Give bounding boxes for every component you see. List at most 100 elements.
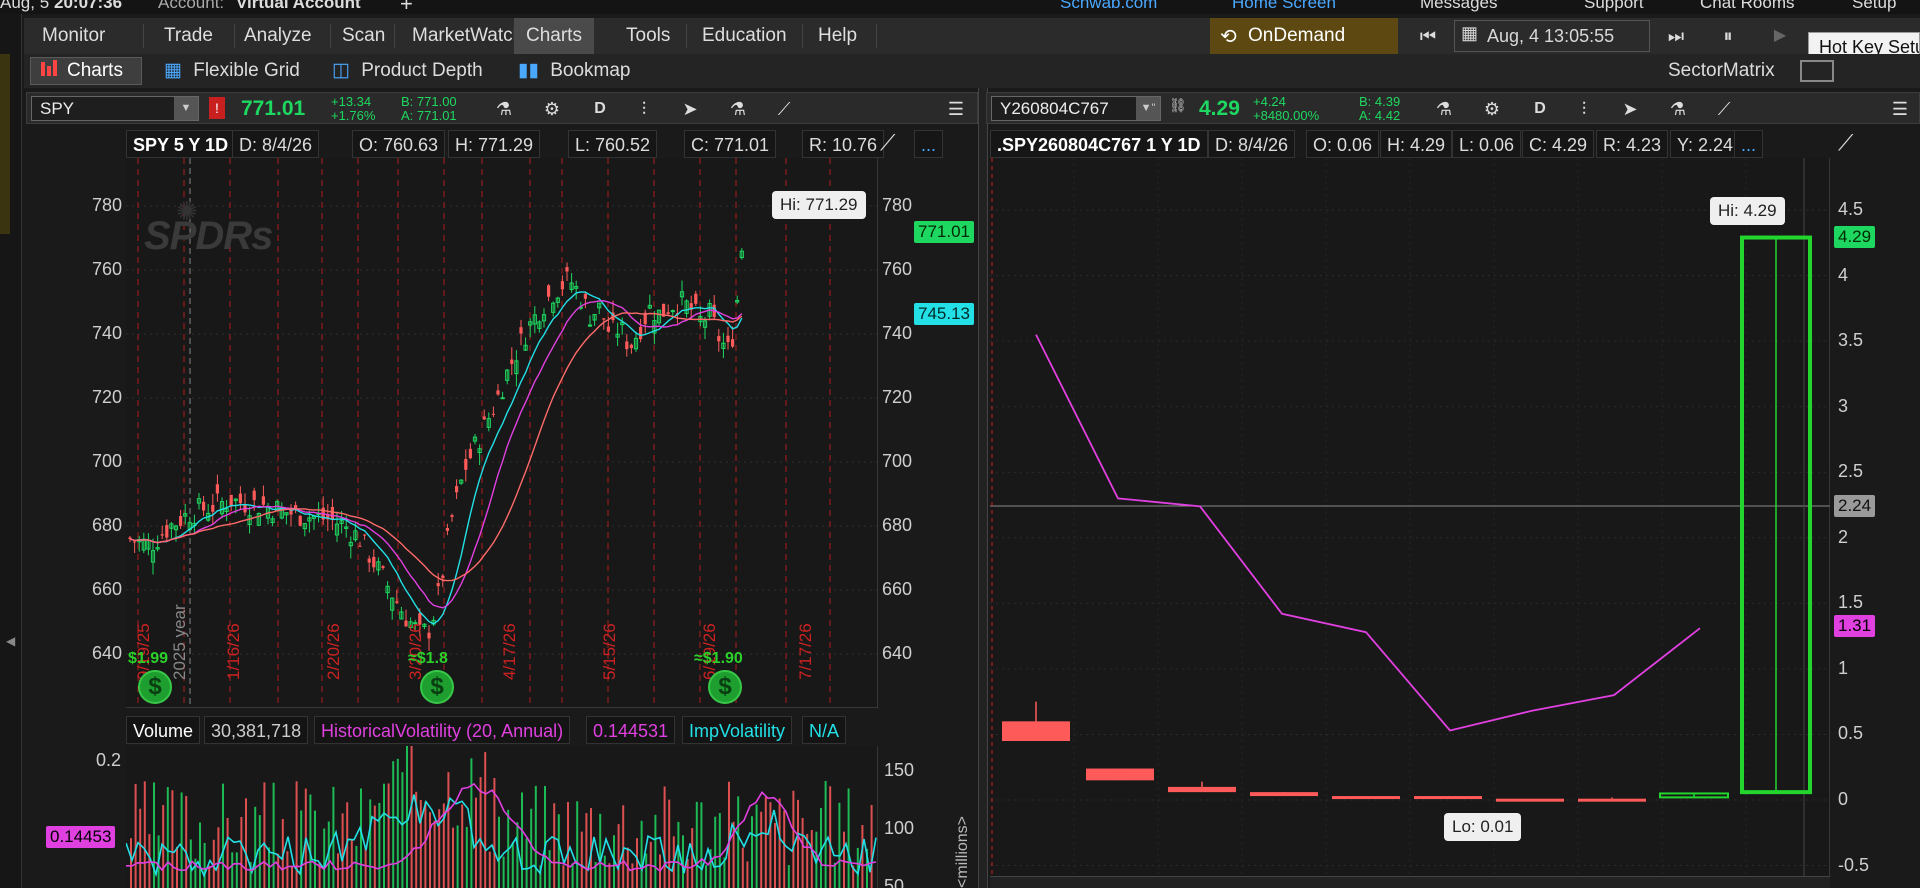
right-scrollbar[interactable] xyxy=(990,876,1830,888)
right-hdr-range: R: 4.23 xyxy=(1596,130,1669,158)
grid-icon: ▦ xyxy=(164,60,182,81)
menu-analyze[interactable]: Analyze xyxy=(232,18,324,54)
left-date-label: 1/16/26 xyxy=(224,623,243,680)
collapse-arrow-icon[interactable]: ◀ xyxy=(6,634,15,648)
flexible-grid-label: Flexible Grid xyxy=(193,60,300,81)
iv-value: N/A xyxy=(802,716,847,744)
menu-scan[interactable]: Scan xyxy=(330,18,397,54)
skip-back-icon[interactable]: ⏮ xyxy=(1404,18,1452,54)
menu-trade[interactable]: Trade xyxy=(152,18,225,54)
top-status-strip: Aug, 5 20:07:36 Account: Virtual Account… xyxy=(0,0,1920,14)
drawings-icon[interactable]: ⟋ xyxy=(1711,97,1737,121)
link-home-screen[interactable]: Home Screen xyxy=(1232,0,1336,13)
layout-icon[interactable] xyxy=(1800,60,1834,82)
dividend-icon-2[interactable]: $ xyxy=(420,670,454,704)
link-support[interactable]: Support xyxy=(1584,0,1644,13)
ondemand-button[interactable]: ⟲ OnDemand xyxy=(1210,18,1398,54)
left-symbol-text: SPY xyxy=(40,99,75,118)
right-yaxis-label: 1 xyxy=(1838,657,1849,678)
right-hdr-more[interactable]: ... xyxy=(1734,130,1764,158)
left-yaxis-label-left: 740 xyxy=(92,323,123,343)
left-symbol-input[interactable]: SPY ▼ xyxy=(31,96,199,121)
dividend-label-1: $1.99 xyxy=(128,650,169,667)
bookmap-button[interactable]: ▮▮ Bookmap xyxy=(518,54,630,88)
right-chart-title[interactable]: .SPY260804C767 1 Y 1D xyxy=(990,130,1208,158)
pause-icon[interactable]: ⏸ xyxy=(1708,18,1748,54)
add-icon[interactable]: + xyxy=(400,0,413,14)
link-schwab[interactable]: Schwab.com xyxy=(1060,0,1157,13)
flask-icon[interactable]: ⚗ xyxy=(491,97,517,121)
studies-icon[interactable]: ⚗ xyxy=(1665,97,1691,121)
flexible-grid-button[interactable]: ▦ Flexible Grid xyxy=(164,54,300,88)
charts-tab[interactable]: Charts xyxy=(30,57,142,85)
right-hdr-high: H: 4.29 xyxy=(1380,130,1453,158)
right-crosshair-tag: 2.24 xyxy=(1834,495,1876,517)
dividend-label-3: ≈$1.90 xyxy=(694,650,743,667)
dividend-icon-3[interactable]: $ xyxy=(708,670,742,704)
gear-icon[interactable]: ⚙ xyxy=(539,97,565,121)
account-label: Account: xyxy=(158,0,225,12)
dividend-icon-1[interactable]: $ xyxy=(138,670,172,704)
alert-badge[interactable]: ! xyxy=(209,97,225,119)
menu-help[interactable]: Help xyxy=(806,18,869,54)
period-button[interactable]: D xyxy=(1527,97,1553,121)
left-edge-collapse[interactable]: ◀ xyxy=(0,14,22,888)
right-price-chart[interactable] xyxy=(990,158,1830,876)
product-depth-label: Product Depth xyxy=(361,60,483,81)
cursor-icon[interactable]: ➤ xyxy=(677,97,703,121)
link-chain-icon[interactable]: ⛓ xyxy=(1169,97,1187,119)
right-hdr-date: D: 8/4/26 xyxy=(1208,130,1296,158)
link-chat-rooms[interactable]: Chat Rooms xyxy=(1700,0,1794,13)
link-setup[interactable]: Setup xyxy=(1852,0,1896,13)
link-messages[interactable]: Messages xyxy=(1420,0,1497,13)
ondemand-datetime: Aug, 4 13:05:55 xyxy=(1487,26,1615,46)
spdr-watermark: SPDRs xyxy=(144,214,273,258)
period-button[interactable]: D xyxy=(587,97,613,121)
left-hdr-more[interactable]: ... xyxy=(914,130,944,158)
right-lo-bubble: Lo: 0.01 xyxy=(1444,813,1522,841)
gear-icon[interactable]: ⚙ xyxy=(1479,97,1505,121)
studies-icon[interactable]: ⚗ xyxy=(725,97,751,121)
panel-splitter[interactable] xyxy=(978,88,988,888)
left-date-label: 2/20/26 xyxy=(324,623,343,680)
menu-list-icon[interactable]: ☰ xyxy=(1887,97,1913,121)
right-last-price-tag: 4.29 xyxy=(1834,226,1876,248)
left-yaxis-label-left: 640 xyxy=(92,643,123,663)
left-yaxis-label-left: 700 xyxy=(92,451,123,471)
left-last-price: 771.01 xyxy=(241,97,306,120)
left-date-label: 4/17/26 xyxy=(500,623,519,680)
menu-monitor[interactable]: Monitor xyxy=(30,18,117,54)
menu-charts[interactable]: Charts xyxy=(514,18,594,54)
right-yaxis-label: 0 xyxy=(1838,789,1849,809)
lower-study-chart[interactable] xyxy=(126,746,878,888)
skip-forward-icon[interactable]: ⏭ xyxy=(1652,18,1700,54)
flask-icon[interactable]: ⚗ xyxy=(1431,97,1457,121)
product-depth-button[interactable]: ◫ Product Depth xyxy=(332,54,483,88)
right-symbol-input[interactable]: Y260804C767 ▼" xyxy=(991,96,1161,121)
play-icon[interactable]: ▶ xyxy=(1760,18,1800,54)
hv-label[interactable]: HistoricalVolatility (20, Annual) xyxy=(314,716,571,744)
right-yaxis-label: -0.5 xyxy=(1838,854,1870,875)
menu-list-icon[interactable]: ☰ xyxy=(943,97,969,121)
left-chart-title[interactable]: SPY 5 Y 1D xyxy=(126,130,236,158)
left-yaxis-label-left: 660 xyxy=(92,579,123,599)
left-yaxis-label: 720 xyxy=(882,387,913,407)
chart-style-icon[interactable]: ⫶ xyxy=(1571,97,1597,121)
sector-matrix-button[interactable]: SectorMatrix xyxy=(1668,54,1775,88)
right-change-pct: +8480.00% xyxy=(1253,108,1320,123)
menu-tools[interactable]: Tools xyxy=(614,18,682,54)
cursor-icon[interactable]: ➤ xyxy=(1617,97,1643,121)
account-value[interactable]: Virtual Account xyxy=(236,0,361,13)
drawings-icon[interactable]: ⟋ xyxy=(771,97,797,121)
chevron-down-icon[interactable]: ▼ xyxy=(174,97,198,120)
volume-label[interactable]: Volume xyxy=(126,716,201,744)
left-collapse-chart-icon[interactable]: ⟋ xyxy=(880,130,910,158)
menu-education[interactable]: Education xyxy=(690,18,799,54)
chevron-down-icon[interactable]: ▼" xyxy=(1136,97,1160,120)
ondemand-datetime-picker[interactable]: ▦ Aug, 4 13:05:55 xyxy=(1454,20,1650,52)
iv-label[interactable]: ImpVolatility xyxy=(682,716,793,744)
chart-style-icon[interactable]: ⫶ xyxy=(631,97,657,121)
left-hi-bubble: Hi: 771.29 xyxy=(772,191,866,219)
right-collapse-chart-icon[interactable]: ⟋ xyxy=(1838,130,1868,158)
right-hdr-low: L: 0.06 xyxy=(1452,130,1522,158)
